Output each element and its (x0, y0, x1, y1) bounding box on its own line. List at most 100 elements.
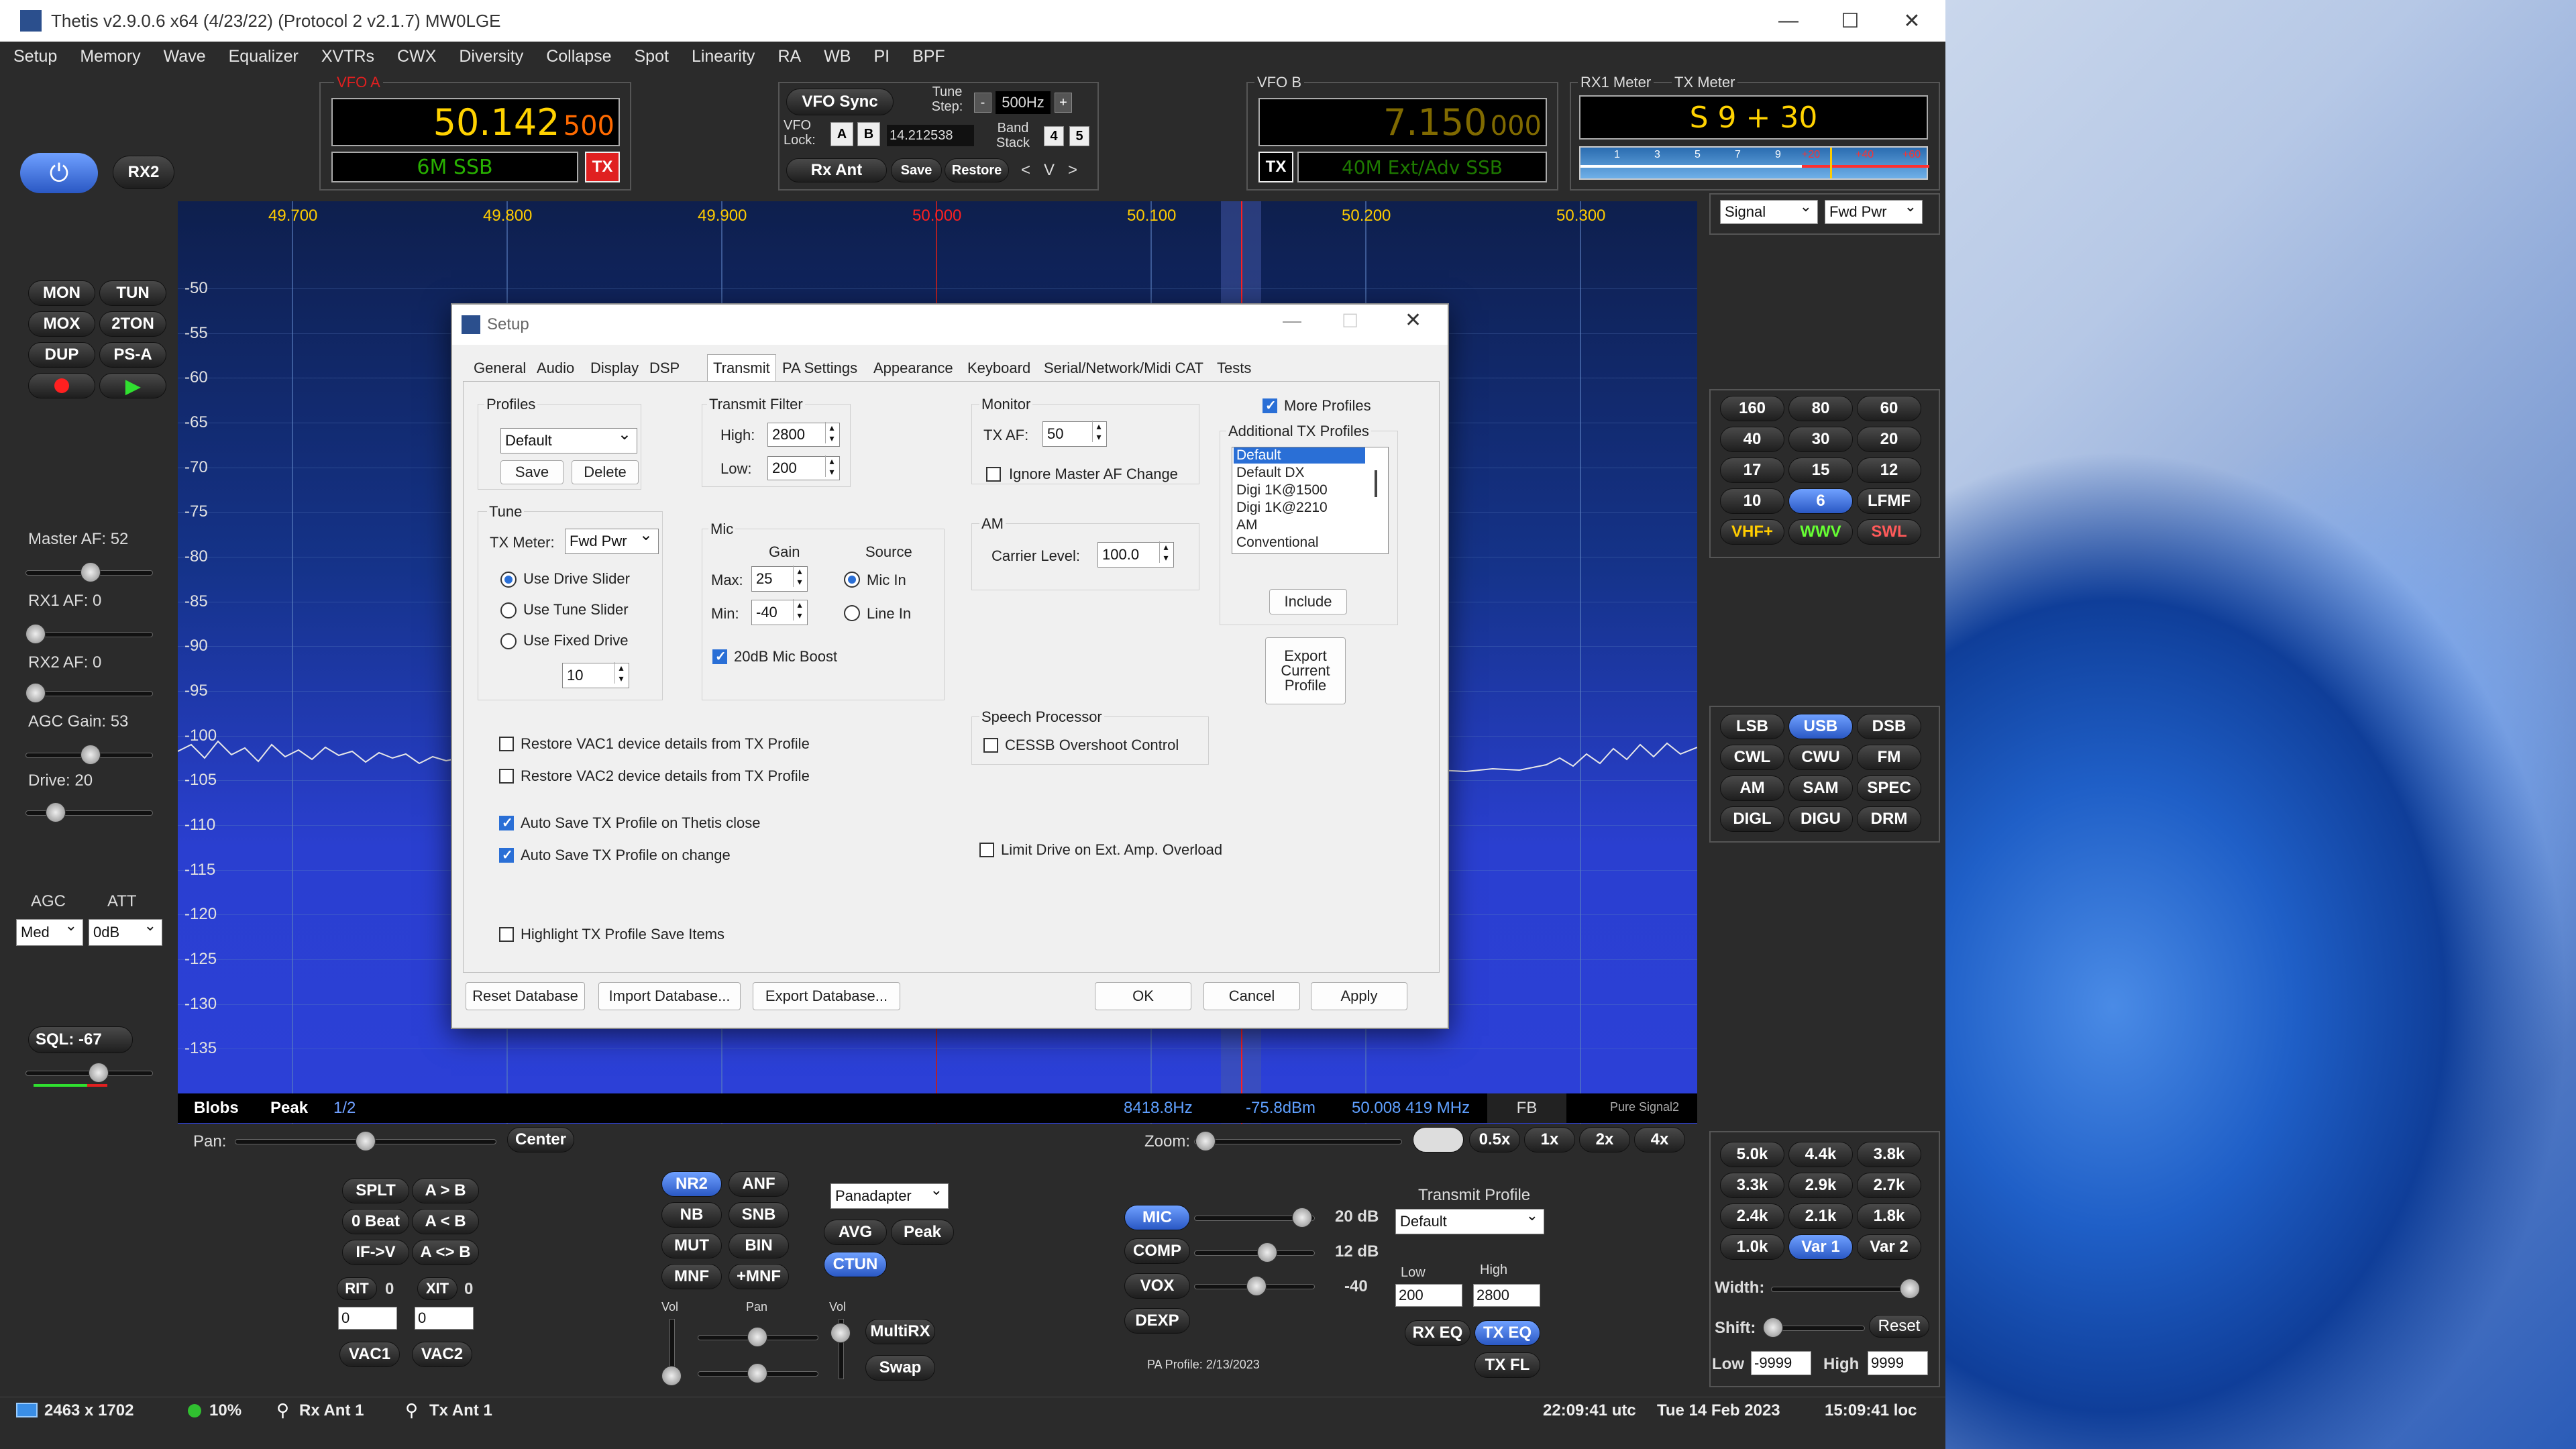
mode-drm[interactable]: DRM (1857, 806, 1921, 832)
band-160[interactable]: 160 (1720, 396, 1784, 421)
peak-button[interactable]: Peak (270, 1099, 308, 1118)
filter-3-3k[interactable]: 3.3k (1720, 1173, 1784, 1198)
menu-equalizer[interactable]: Equalizer (229, 47, 299, 66)
filter-high-spinner[interactable]: 2800 (767, 422, 840, 447)
list-scrollbar[interactable] (1375, 470, 1377, 497)
zoom-ztx-button[interactable] (1413, 1127, 1464, 1152)
filter-1k[interactable]: 1.0k (1720, 1234, 1784, 1260)
filter-2-1k[interactable]: 2.1k (1788, 1203, 1853, 1229)
export-current-profile-button[interactable]: Export Current Profile (1265, 637, 1346, 704)
band-40[interactable]: 40 (1720, 427, 1784, 452)
blobs-button[interactable]: Blobs (194, 1099, 239, 1118)
fixed-drive-spinner[interactable]: 10 (562, 662, 629, 688)
filter-2-4k[interactable]: 2.4k (1720, 1203, 1784, 1229)
sql-button[interactable]: SQL: -67 (28, 1026, 133, 1053)
profile-save-button[interactable]: Save (500, 460, 564, 484)
menu-linearity[interactable]: Linearity (692, 47, 755, 66)
agc-select[interactable]: Med (16, 917, 83, 946)
multirx-button[interactable]: MultiRX (865, 1319, 935, 1344)
filter-var2[interactable]: Var 2 (1857, 1234, 1921, 1260)
maximize-button[interactable]: ☐ (1819, 0, 1881, 42)
apply-button[interactable]: Apply (1311, 982, 1407, 1010)
menu-pi[interactable]: PI (873, 47, 890, 66)
vac1-button[interactable]: VAC1 (339, 1342, 400, 1367)
mic-in-radio[interactable] (844, 572, 860, 588)
list-item[interactable]: AM (1236, 517, 1258, 533)
ignore-master-af-checkbox[interactable] (986, 467, 1001, 482)
filter-var1[interactable]: Var 1 (1788, 1234, 1853, 1260)
vfo-arrows[interactable]: < V > (1021, 161, 1077, 180)
swap-button[interactable]: Swap (865, 1355, 935, 1381)
band-wwv[interactable]: WWV (1788, 519, 1853, 545)
mode-cwu[interactable]: CWU (1788, 745, 1853, 770)
list-item[interactable]: Digi 1K@1500 (1236, 482, 1328, 498)
pan-knob[interactable] (356, 1131, 376, 1151)
vfo-restore-button[interactable]: Restore (945, 158, 1009, 182)
band-20[interactable]: 20 (1857, 427, 1921, 452)
restore-vac1-checkbox[interactable] (499, 737, 514, 751)
setup-close-icon[interactable]: ✕ (1405, 309, 1421, 332)
tx-meter-select[interactable]: Fwd Pwr (1825, 198, 1923, 224)
mic-max-spinner[interactable]: 25 (751, 566, 808, 592)
dexp-button[interactable]: DEXP (1124, 1308, 1190, 1334)
restore-vac2-checkbox[interactable] (499, 769, 514, 784)
tab-transmit[interactable]: Transmit (707, 354, 776, 381)
cpu-status[interactable]: 10% (209, 1401, 241, 1420)
rx1-af-knob[interactable] (25, 624, 46, 644)
vfo-b-tx-button[interactable]: TX (1258, 152, 1293, 182)
b-to-a-button[interactable]: A < B (412, 1209, 479, 1234)
vfo-a-display[interactable]: 50.142 500 (331, 98, 620, 146)
use-drive-slider-radio[interactable] (500, 572, 517, 588)
zoom-2x[interactable]: 2x (1579, 1127, 1630, 1152)
reset-database-button[interactable]: Reset Database (466, 982, 585, 1010)
setup-maximize-icon[interactable]: ☐ (1342, 310, 1358, 332)
list-item[interactable]: Default (1234, 447, 1365, 464)
tx-antenna-status[interactable]: Tx Ant 1 (429, 1401, 492, 1420)
tab-pa-settings[interactable]: PA Settings (777, 357, 863, 380)
mode-dsb[interactable]: DSB (1857, 714, 1921, 739)
center-button[interactable]: Center (507, 1127, 574, 1152)
rx2-af-knob[interactable] (25, 683, 46, 703)
filter-low-input[interactable]: -9999 (1751, 1351, 1811, 1375)
band-15[interactable]: 15 (1788, 458, 1853, 483)
tx-af-spinner[interactable]: 50 (1042, 421, 1107, 447)
more-profiles-checkbox[interactable] (1263, 397, 1277, 414)
mic-button[interactable]: MIC (1124, 1205, 1190, 1230)
filter-3-8k[interactable]: 3.8k (1857, 1142, 1921, 1167)
zoom-knob[interactable] (1195, 1131, 1216, 1151)
menu-collapse[interactable]: Collapse (546, 47, 611, 66)
xit-input[interactable]: 0 (415, 1307, 474, 1330)
band-6[interactable]: 6 (1788, 488, 1853, 514)
export-database-button[interactable]: Export Database... (753, 982, 900, 1010)
filter-1-8k[interactable]: 1.8k (1857, 1203, 1921, 1229)
tab-appearance[interactable]: Appearance (868, 357, 959, 380)
vfo-lock-a[interactable]: A (830, 122, 853, 146)
sql-knob[interactable] (89, 1063, 109, 1083)
vfo-b-display[interactable]: 7.150 000 (1258, 98, 1547, 146)
pan3-knob[interactable] (747, 1363, 767, 1383)
mic-knob[interactable] (1292, 1208, 1312, 1228)
tab-keyboard[interactable]: Keyboard (962, 357, 1036, 380)
rx-ant-button[interactable]: Rx Ant (786, 158, 887, 182)
anf-button[interactable]: ANF (729, 1171, 789, 1197)
tab-general[interactable]: General (468, 357, 531, 380)
band-stack-4[interactable]: 4 (1044, 126, 1064, 146)
import-database-button[interactable]: Import Database... (598, 982, 741, 1010)
a-to-b-button[interactable]: A > B (412, 1178, 479, 1203)
tab-audio[interactable]: Audio (531, 357, 580, 380)
tab-tests[interactable]: Tests (1212, 357, 1256, 380)
tab-dsp[interactable]: DSP (644, 357, 685, 380)
if-to-v-button[interactable]: IF->V (342, 1240, 409, 1265)
tx-fl-button[interactable]: TX FL (1474, 1352, 1540, 1378)
filter-4-4k[interactable]: 4.4k (1788, 1142, 1853, 1167)
shift-reset-button[interactable]: Reset (1869, 1315, 1929, 1338)
rit-button[interactable]: RIT (337, 1277, 377, 1300)
comp-button[interactable]: COMP (1124, 1238, 1190, 1264)
rx-eq-button[interactable]: RX EQ (1405, 1320, 1470, 1346)
minimize-button-2[interactable]: — (1758, 0, 1819, 42)
rx-antenna-status[interactable]: Rx Ant 1 (299, 1401, 364, 1420)
rx-meter-select[interactable]: Signal (1720, 198, 1818, 224)
tun-button[interactable]: TUN (99, 280, 166, 306)
band-17[interactable]: 17 (1720, 458, 1784, 483)
band-swl[interactable]: SWL (1857, 519, 1921, 545)
